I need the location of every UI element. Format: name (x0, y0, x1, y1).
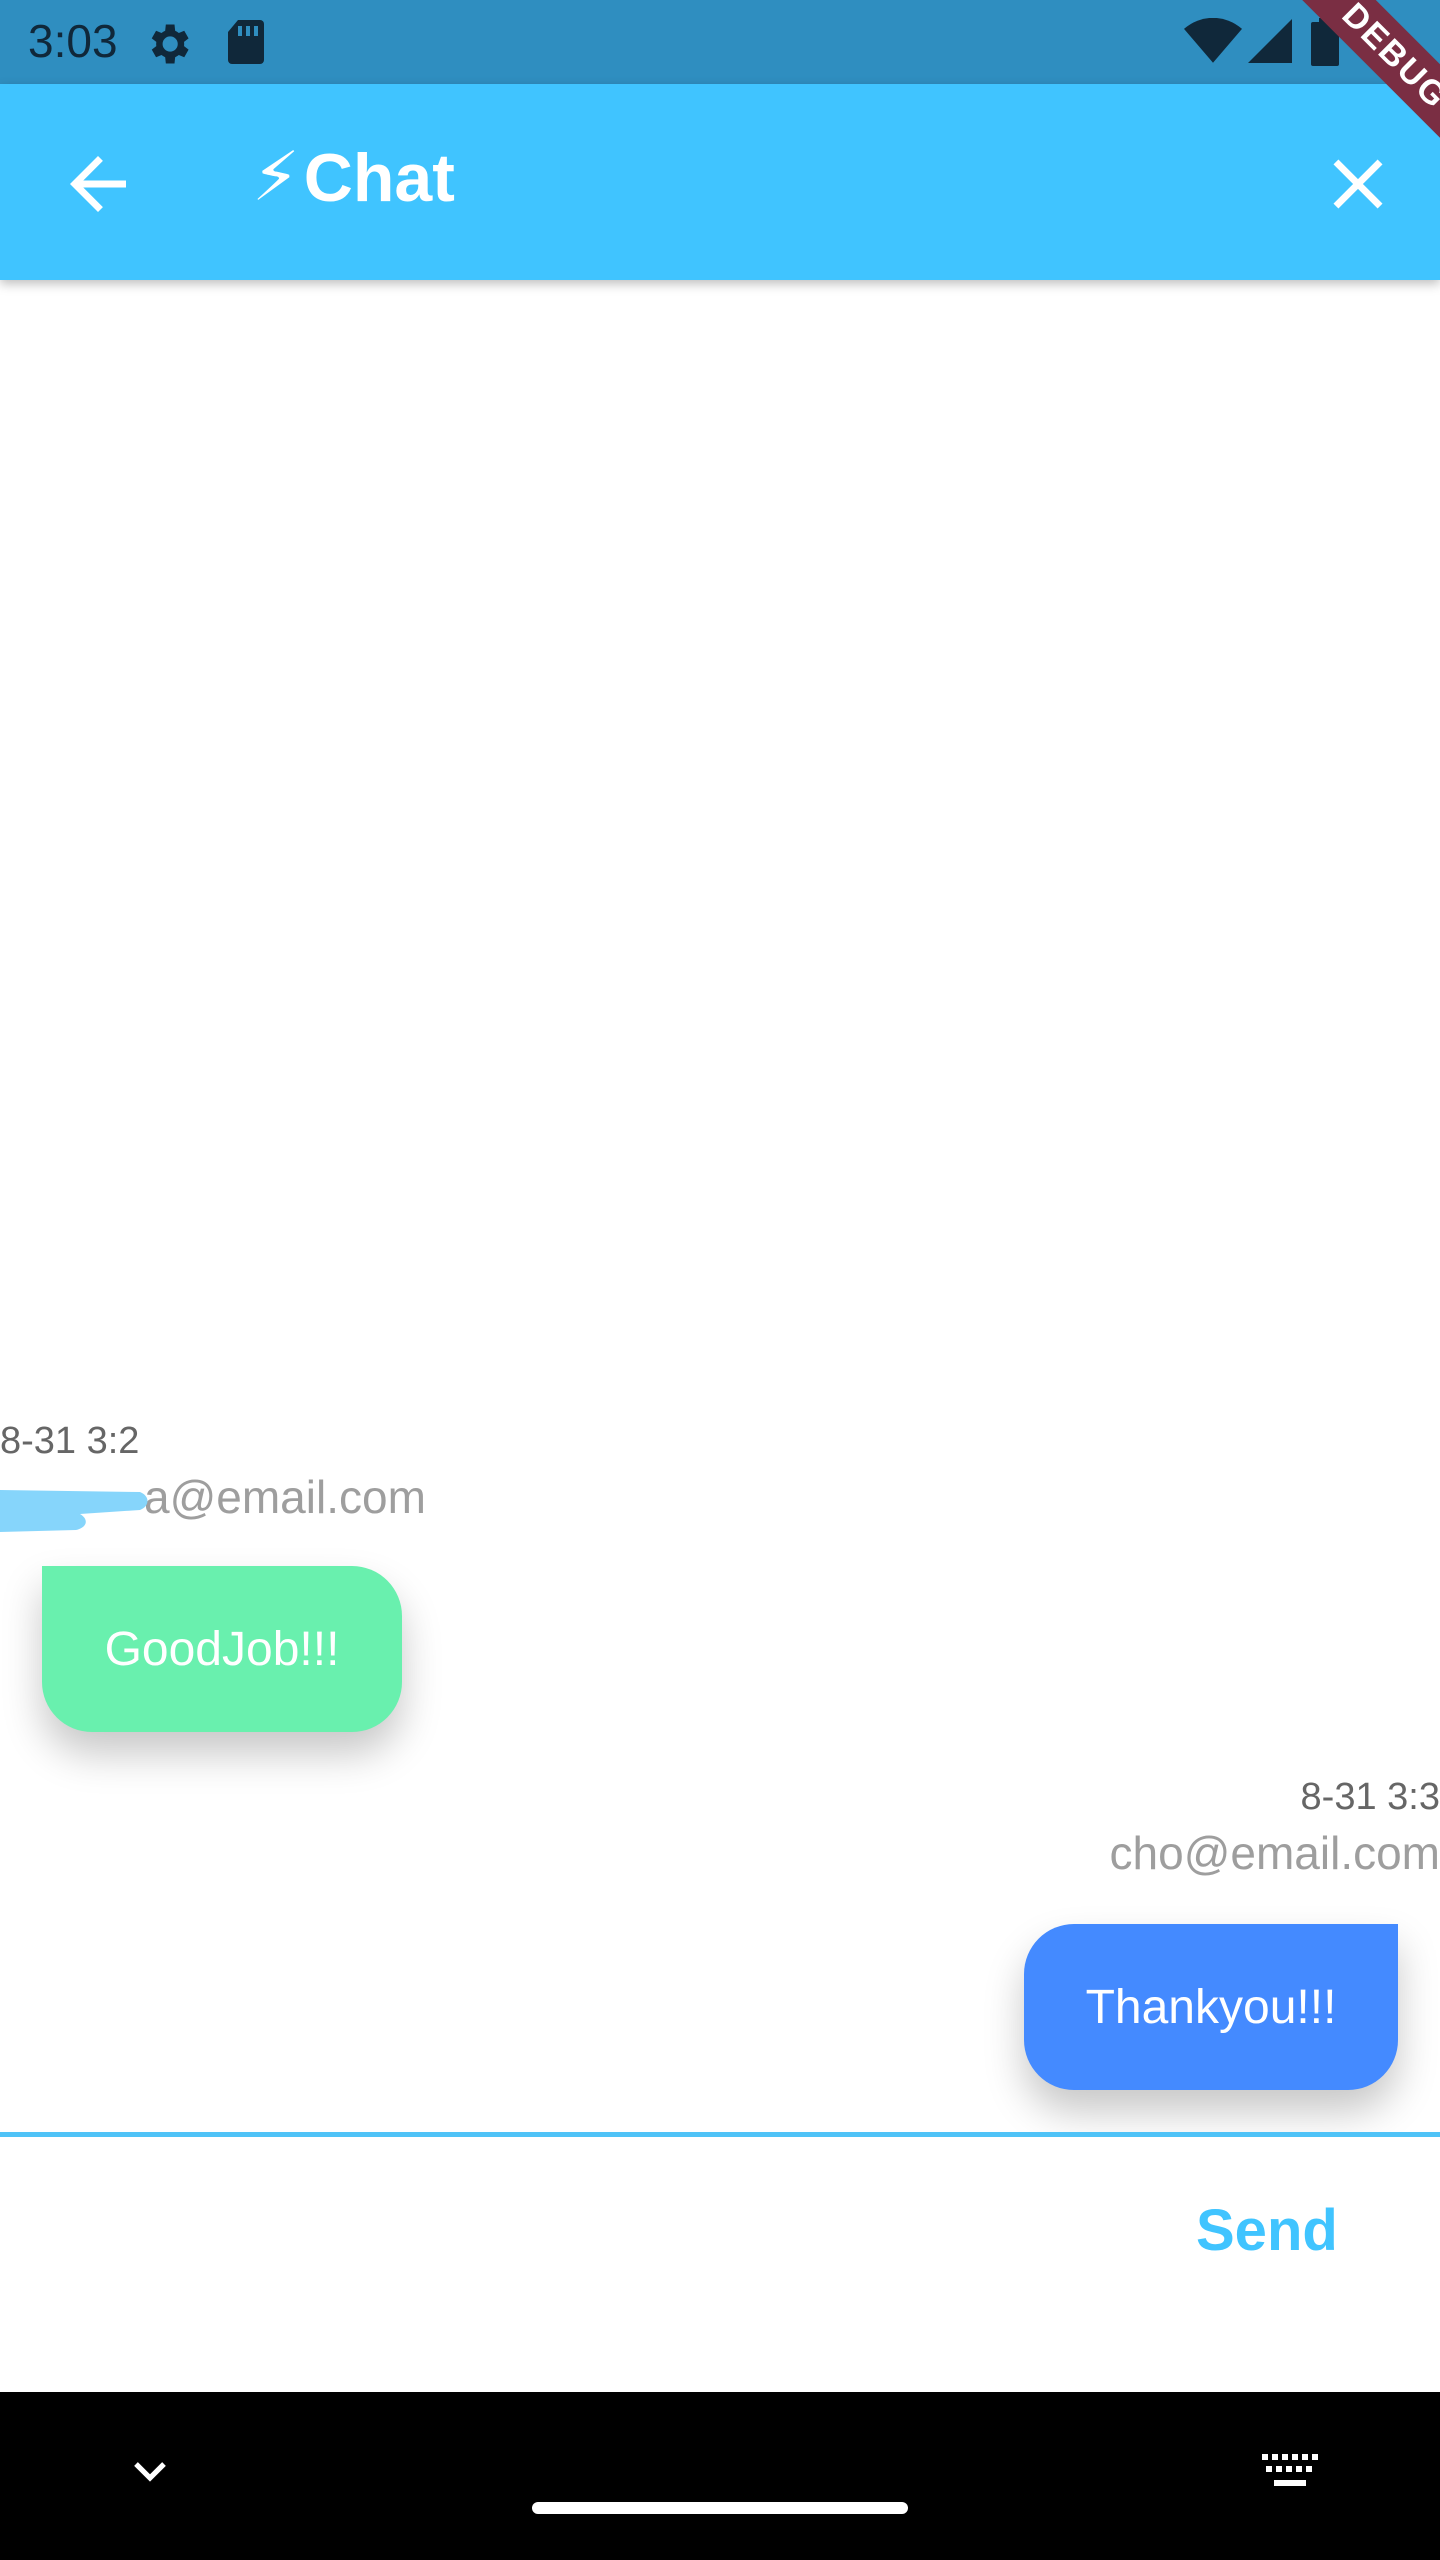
keyboard-icon[interactable] (1262, 2454, 1318, 2494)
message-timestamp: 8-31 3:3 (1300, 1776, 1440, 1818)
signal-icon (1248, 19, 1292, 63)
chevron-down-icon[interactable] (126, 2448, 174, 2496)
message-bubble-sent[interactable]: Thankyou!!! (1024, 1924, 1398, 2090)
app-bar: ⚡ Chat (0, 84, 1440, 280)
status-time: 3:03 (28, 15, 118, 67)
back-arrow-icon[interactable] (56, 142, 140, 226)
home-handle[interactable] (532, 2502, 908, 2514)
page-title: ⚡ Chat (252, 138, 455, 217)
message-composer: Send (0, 2132, 1440, 2397)
redaction-scribble (0, 1490, 148, 1532)
close-icon[interactable] (1316, 142, 1400, 226)
send-button[interactable]: Send (1196, 2197, 1338, 2264)
message-input[interactable] (36, 2197, 1140, 2279)
message-sender: cho@email.com (1109, 1827, 1440, 1879)
wifi-icon (1184, 18, 1242, 63)
message-timestamp: 8-31 3:2 (0, 1420, 140, 1462)
settings-gear-icon (151, 24, 189, 64)
sd-card-icon (228, 20, 264, 64)
message-text: GoodJob!!! (104, 1622, 340, 1676)
message-text: Thankyou!!! (1085, 1980, 1337, 2034)
status-bar: 3:03 (0, 0, 1440, 84)
lightning-icon: ⚡ (252, 139, 300, 215)
system-nav-bar (0, 2392, 1440, 2560)
page-title-text: Chat (303, 139, 455, 216)
message-bubble-received[interactable]: GoodJob!!! (42, 1566, 402, 1732)
message-sender: a@email.com (144, 1471, 426, 1523)
